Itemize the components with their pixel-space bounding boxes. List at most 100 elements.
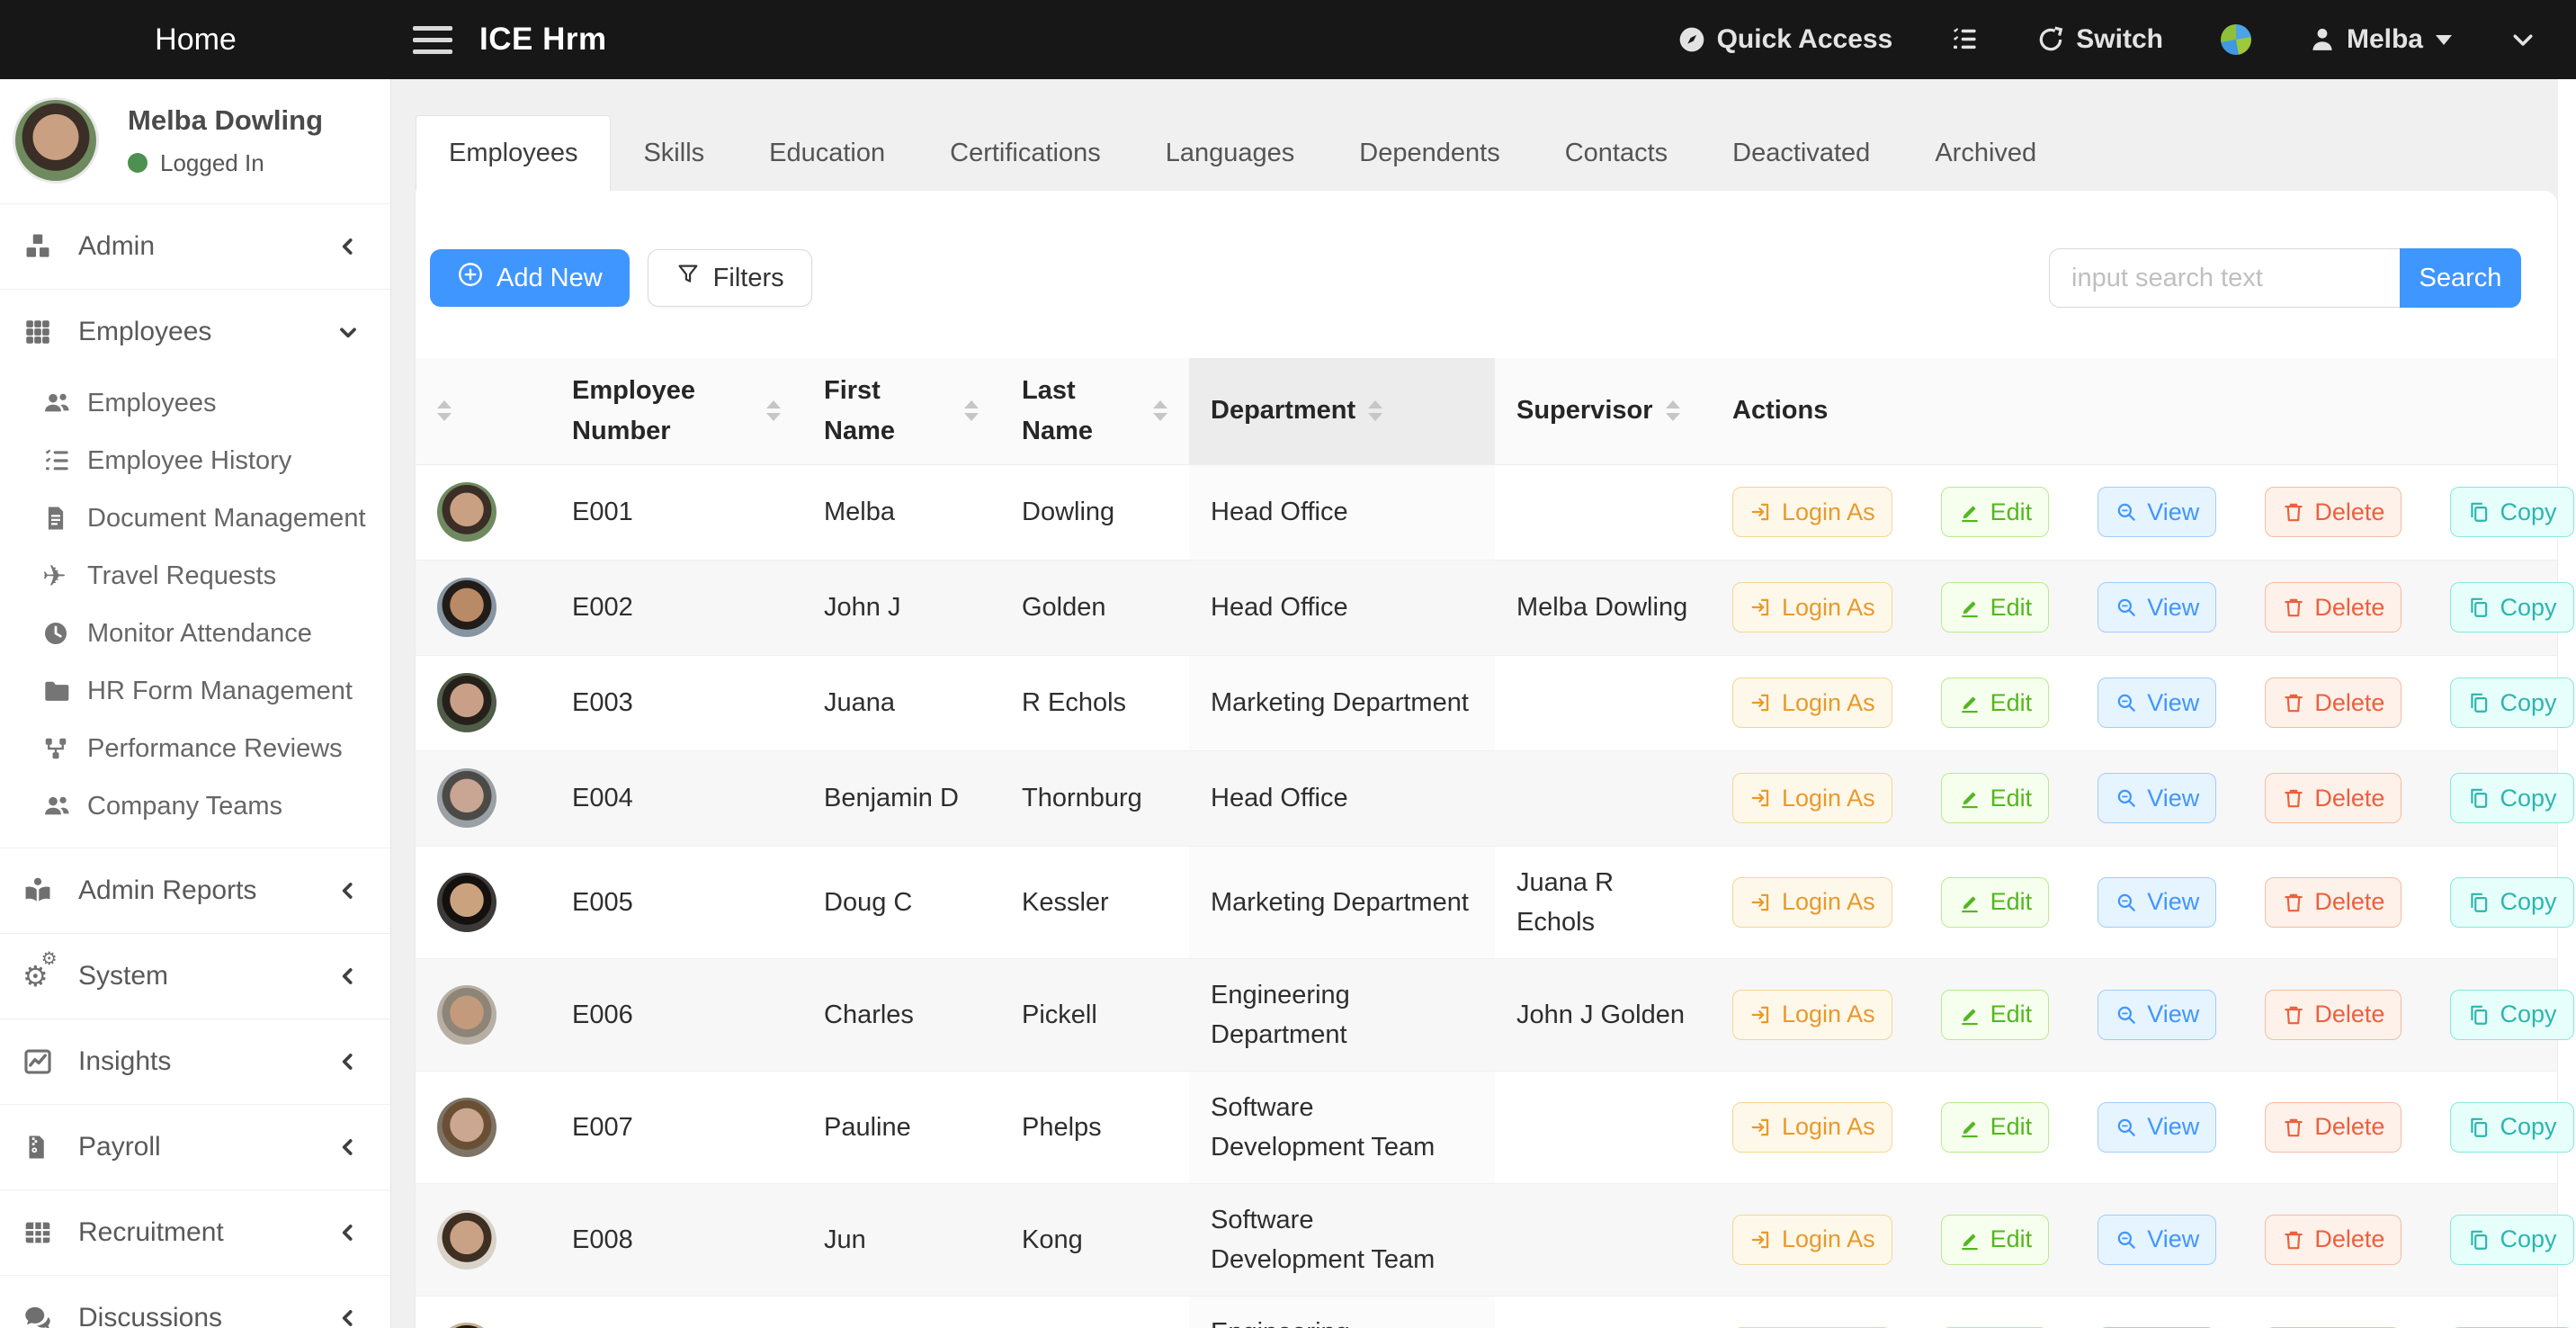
sidebar-item-admin[interactable]: Admin (0, 204, 390, 289)
login-icon (1749, 691, 1773, 714)
copy-button[interactable]: Copy (2450, 487, 2573, 537)
tab-dependents[interactable]: Dependents (1327, 115, 1532, 191)
delete-button[interactable]: Delete (2265, 1215, 2402, 1265)
switch-button[interactable]: Switch (2036, 24, 2163, 55)
table-row[interactable]: E009 Yimu Gao Engineering Department Jun… (416, 1296, 2557, 1328)
edit-button[interactable]: Edit (1941, 773, 2050, 823)
tab-skills[interactable]: Skills (611, 115, 737, 191)
tab-education[interactable]: Education (737, 115, 917, 191)
sort-icon[interactable] (1666, 400, 1680, 421)
sort-icon[interactable] (437, 400, 452, 421)
table-row[interactable]: E006 Charles Pickell Engineering Departm… (416, 958, 2557, 1071)
delete-button[interactable]: Delete (2265, 1102, 2402, 1153)
table-row[interactable]: E005 Doug C Kessler Marketing Department… (416, 846, 2557, 958)
column-avatar[interactable] (416, 358, 550, 464)
copy-button[interactable]: Copy (2450, 773, 2573, 823)
search-button[interactable]: Search (2400, 248, 2521, 308)
view-button[interactable]: View (2097, 877, 2216, 928)
tab-contacts[interactable]: Contacts (1533, 115, 1700, 191)
table-row[interactable]: E001 Melba Dowling Head Office Login As … (416, 464, 2557, 560)
tab-archived[interactable]: Archived (1902, 115, 2069, 191)
search-input[interactable] (2049, 248, 2400, 308)
sidebar-item-travel-requests[interactable]: ✈ Travel Requests (0, 547, 390, 605)
login-as-button[interactable]: Login As (1732, 1102, 1892, 1153)
copy-button[interactable]: Copy (2450, 1215, 2573, 1265)
copy-button[interactable]: Copy (2450, 582, 2573, 633)
sort-icon[interactable] (964, 400, 979, 421)
tab-languages[interactable]: Languages (1133, 115, 1328, 191)
sidebar-item-monitor-attendance[interactable]: Monitor Attendance (0, 605, 390, 662)
copy-button[interactable]: Copy (2450, 877, 2573, 928)
tab-certifications[interactable]: Certifications (917, 115, 1133, 191)
view-button[interactable]: View (2097, 773, 2216, 823)
column-supervisor[interactable]: Supervisor (1495, 358, 1711, 464)
view-button[interactable]: View (2097, 990, 2216, 1040)
copy-button[interactable]: Copy (2450, 677, 2573, 728)
table-row[interactable]: E002 John J Golden Head Office Melba Dow… (416, 560, 2557, 655)
edit-button[interactable]: Edit (1941, 990, 2050, 1040)
edit-button[interactable]: Edit (1941, 487, 2050, 537)
edit-button[interactable]: Edit (1941, 677, 2050, 728)
view-button[interactable]: View (2097, 487, 2216, 537)
login-as-button[interactable]: Login As (1732, 877, 1892, 928)
login-as-button[interactable]: Login As (1732, 990, 1892, 1040)
edit-button[interactable]: Edit (1941, 582, 2050, 633)
sidebar-item-admin-reports[interactable]: Admin Reports (0, 848, 390, 933)
language-globe-icon[interactable] (2221, 24, 2251, 55)
login-as-button[interactable]: Login As (1732, 773, 1892, 823)
table-row[interactable]: E008 Jun Kong Software Development Team … (416, 1183, 2557, 1296)
table-row[interactable]: E004 Benjamin D Thornburg Head Office Lo… (416, 750, 2557, 846)
delete-button[interactable]: Delete (2265, 877, 2402, 928)
copy-button[interactable]: Copy (2450, 990, 2573, 1040)
view-button[interactable]: View (2097, 1215, 2216, 1265)
sidebar-item-company-teams[interactable]: Company Teams (0, 777, 390, 835)
login-as-button[interactable]: Login As (1732, 582, 1892, 633)
table-row[interactable]: E007 Pauline Phelps Software Development… (416, 1071, 2557, 1183)
user-menu[interactable]: Melba (2309, 24, 2452, 55)
sidebar-item-employee-history[interactable]: Employee History (0, 432, 390, 489)
column-employee-number[interactable]: Employee Number (550, 358, 802, 464)
edit-button[interactable]: Edit (1941, 1102, 2050, 1153)
view-button[interactable]: View (2097, 1102, 2216, 1153)
navbar-chevron-down-icon[interactable] (2509, 26, 2536, 53)
login-as-button[interactable]: Login As (1732, 1215, 1892, 1265)
tasks-icon[interactable] (1950, 25, 1979, 54)
edit-button[interactable]: Edit (1941, 877, 2050, 928)
sidebar-item-employees[interactable]: Employees (0, 290, 390, 374)
add-new-button[interactable]: Add New (430, 249, 630, 307)
column-last-name[interactable]: Last Name (1000, 358, 1189, 464)
sidebar-item-payroll[interactable]: Payroll (0, 1105, 390, 1189)
sidebar-item-employees-list[interactable]: Employees (0, 374, 390, 432)
filters-button[interactable]: Filters (648, 249, 812, 307)
edit-button[interactable]: Edit (1941, 1215, 2050, 1265)
view-button[interactable]: View (2097, 677, 2216, 728)
delete-button[interactable]: Delete (2265, 582, 2402, 633)
sidebar-item-document-management[interactable]: Document Management (0, 489, 390, 547)
copy-button[interactable]: Copy (2450, 1102, 2573, 1153)
delete-button[interactable]: Delete (2265, 773, 2402, 823)
delete-button[interactable]: Delete (2265, 990, 2402, 1040)
column-department[interactable]: Department (1189, 358, 1495, 464)
home-link[interactable]: Home (0, 22, 391, 58)
sidebar-item-system[interactable]: ⚙⚙ System (0, 934, 390, 1018)
login-as-button[interactable]: Login As (1732, 677, 1892, 728)
tab-employees[interactable]: Employees (416, 115, 611, 191)
hamburger-icon[interactable] (413, 26, 452, 54)
view-button[interactable]: View (2097, 582, 2216, 633)
sidebar-item-discussions[interactable]: Discussions (0, 1276, 390, 1328)
sidebar-item-recruitment[interactable]: Recruitment (0, 1190, 390, 1275)
login-as-button[interactable]: Login As (1732, 487, 1892, 537)
delete-button[interactable]: Delete (2265, 677, 2402, 728)
sort-icon[interactable] (1153, 400, 1167, 421)
sidebar-item-performance-reviews[interactable]: Performance Reviews (0, 720, 390, 777)
column-first-name[interactable]: First Name (802, 358, 1000, 464)
sidebar-item-insights[interactable]: Insights (0, 1019, 390, 1104)
quick-access-button[interactable]: Quick Access (1677, 24, 1893, 55)
sort-icon[interactable] (766, 400, 781, 421)
delete-button[interactable]: Delete (2265, 487, 2402, 537)
sort-icon[interactable] (1368, 400, 1382, 421)
tab-deactivated[interactable]: Deactivated (1700, 115, 1902, 191)
plus-circle-icon (457, 261, 484, 295)
table-row[interactable]: E003 Juana R Echols Marketing Department… (416, 655, 2557, 750)
sidebar-item-hr-form-management[interactable]: HR Form Management (0, 662, 390, 720)
